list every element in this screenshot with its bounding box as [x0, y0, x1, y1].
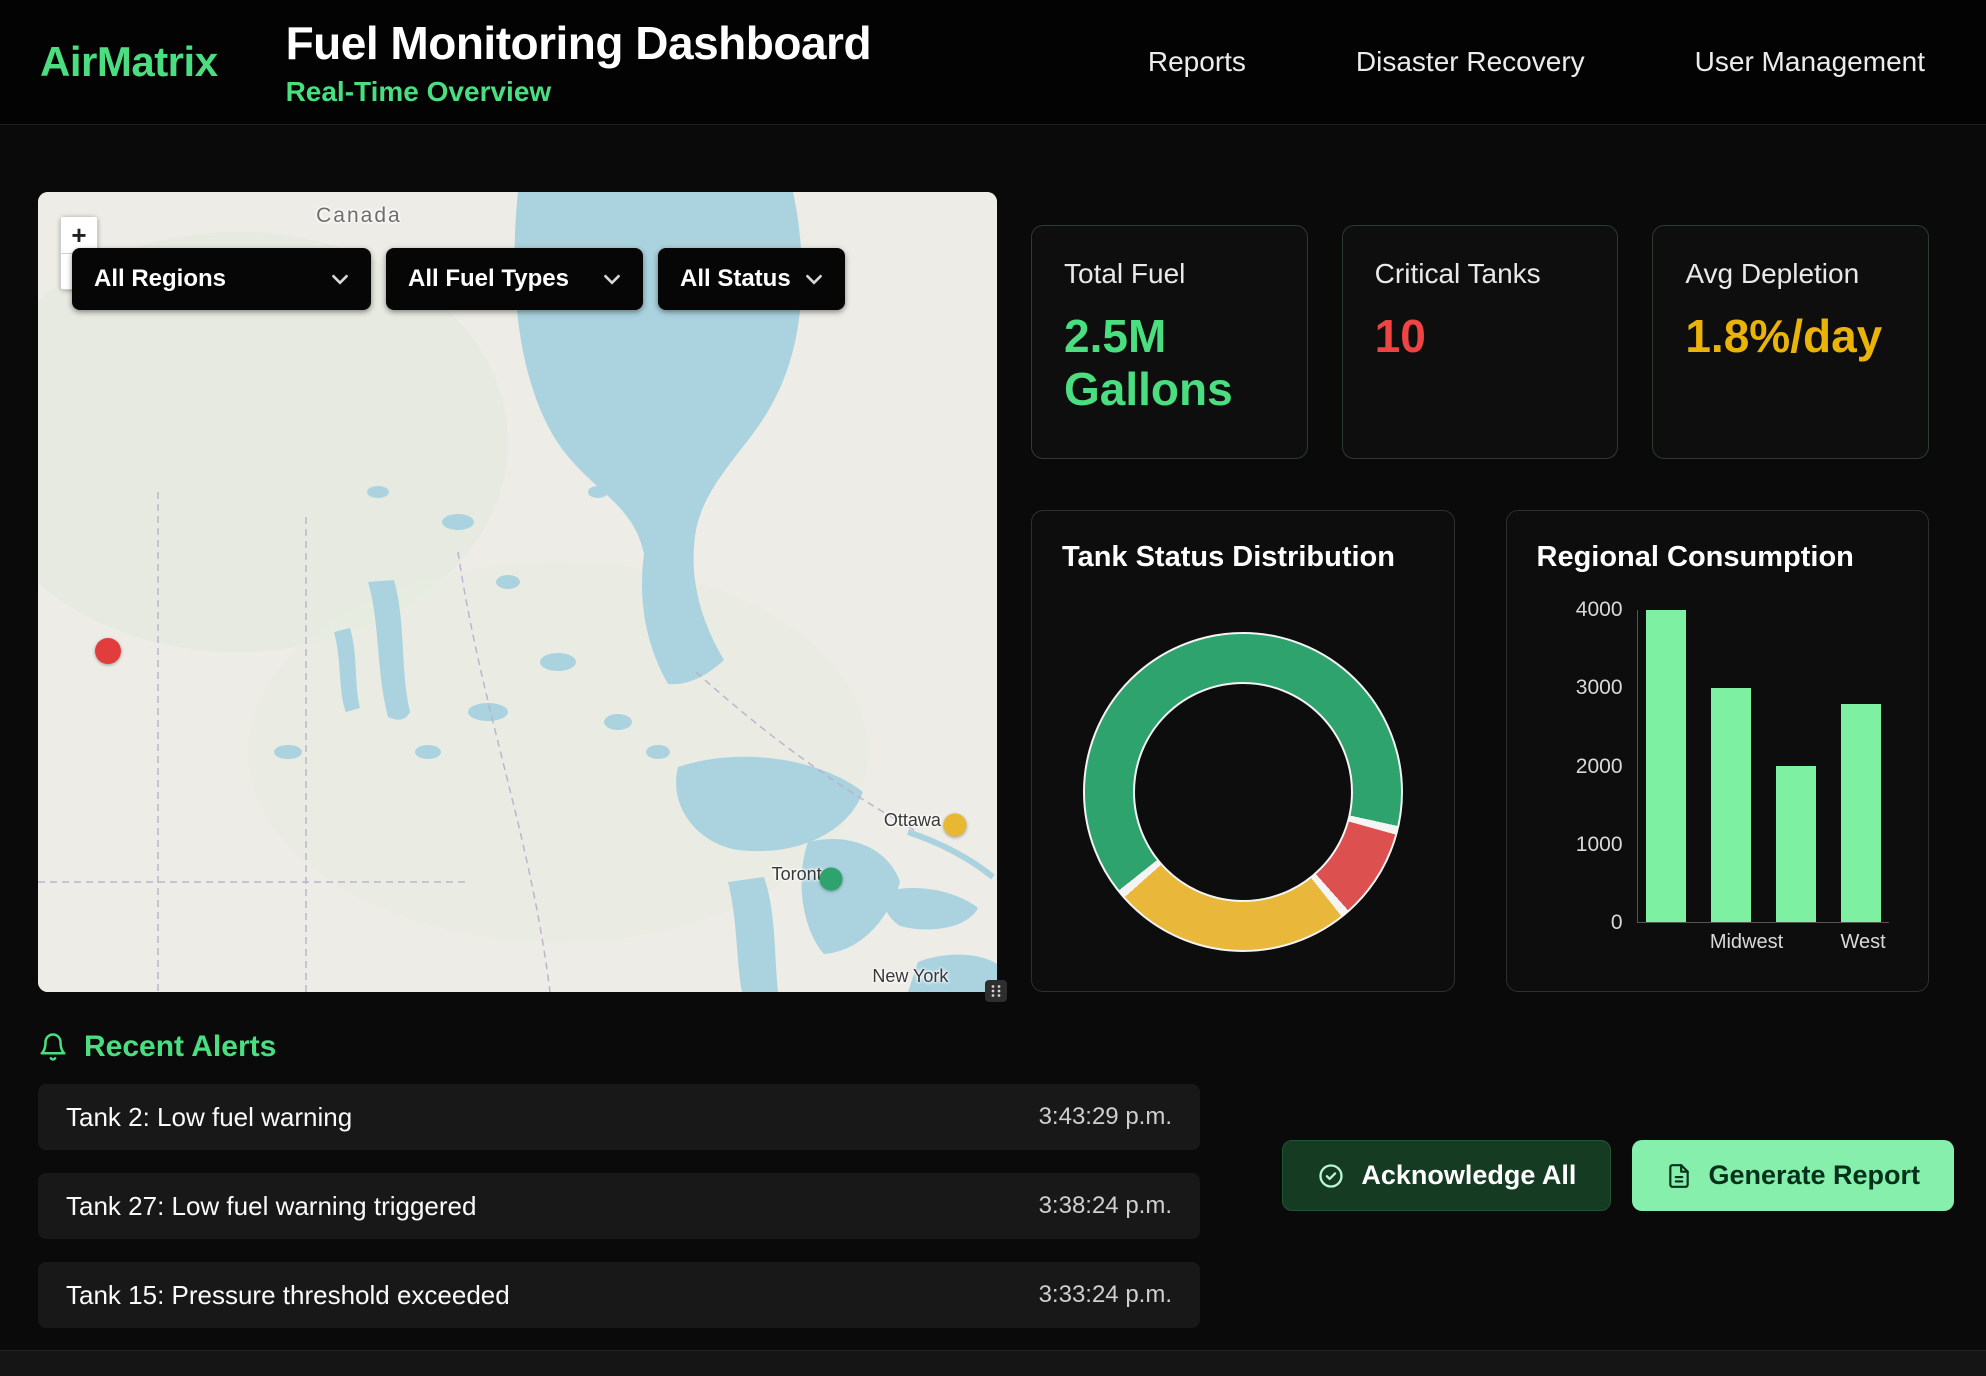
page-subtitle: Real-Time Overview: [286, 76, 871, 108]
alert-row[interactable]: Tank 27: Low fuel warning triggered 3:38…: [38, 1173, 1200, 1239]
bar-x-label: Midwest: [1710, 931, 1750, 954]
region-filter-dropdown[interactable]: All Regions: [72, 248, 371, 310]
map-filters: All Regions All Fuel Types All Status: [72, 248, 845, 310]
bar-y-tick: 4000: [1576, 598, 1623, 622]
region-filter-label: All Regions: [94, 265, 226, 293]
alert-row[interactable]: Tank 15: Pressure threshold exceeded 3:3…: [38, 1262, 1200, 1328]
stat-value: 10: [1375, 310, 1586, 363]
donut-chart-title: Tank Status Distribution: [1062, 541, 1424, 574]
app-logo[interactable]: AirMatrix: [40, 38, 218, 86]
check-circle-icon: [1317, 1162, 1345, 1190]
grip-dots-icon: [990, 984, 1002, 998]
stat-value: 2.5M Gallons: [1064, 310, 1275, 416]
alert-timestamp: 3:38:24 p.m.: [1039, 1192, 1172, 1220]
donut-chart: [1083, 632, 1403, 952]
alert-timestamp: 3:33:24 p.m.: [1039, 1281, 1172, 1309]
map-marker-critical[interactable]: [95, 638, 121, 664]
donut-hole: [1133, 682, 1353, 902]
alert-text: Tank 27: Low fuel warning triggered: [66, 1191, 476, 1222]
map-panel: Canada Ottawa Toronto New York + − All R…: [38, 192, 997, 992]
acknowledge-all-button[interactable]: Acknowledge All: [1282, 1140, 1611, 1211]
map-terrain: [38, 192, 997, 992]
bar-plot-wrap: Midwest West: [1637, 610, 1889, 954]
alert-timestamp: 3:43:29 p.m.: [1039, 1103, 1172, 1131]
bar-xlabels: Midwest West: [1637, 931, 1889, 954]
alert-text: Tank 15: Pressure threshold exceeded: [66, 1280, 510, 1311]
status-filter-label: All Status: [680, 265, 791, 293]
header: AirMatrix Fuel Monitoring Dashboard Real…: [0, 0, 1986, 125]
bottom-strip: [0, 1350, 1986, 1376]
stat-card-avg-depletion: Avg Depletion 1.8%/day: [1652, 225, 1929, 459]
bar-y-tick: 1000: [1576, 833, 1623, 857]
bar: [1711, 610, 1751, 922]
map[interactable]: Canada Ottawa Toronto New York + − All R…: [38, 192, 997, 992]
alert-actions: Acknowledge All Generate Report: [1282, 1140, 1954, 1211]
bell-icon: [38, 1032, 68, 1062]
stat-value: 1.8%/day: [1685, 310, 1896, 363]
nav-disaster-recovery[interactable]: Disaster Recovery: [1356, 46, 1585, 78]
charts-row: Tank Status Distribution Regional Consum…: [1031, 510, 1929, 992]
generate-report-button[interactable]: Generate Report: [1632, 1140, 1954, 1211]
alerts-section: Recent Alerts Tank 2: Low fuel warning 3…: [0, 992, 1986, 1328]
title-block: Fuel Monitoring Dashboard Real-Time Over…: [286, 16, 871, 108]
alerts-header: Recent Alerts: [38, 1030, 1954, 1064]
stat-label: Total Fuel: [1064, 258, 1275, 290]
fuel-type-filter-label: All Fuel Types: [408, 265, 569, 293]
map-drag-handle-icon[interactable]: [985, 980, 1007, 1002]
chevron-down-icon: [603, 274, 621, 285]
stat-label: Critical Tanks: [1375, 258, 1586, 290]
bar-x-label: West: [1840, 931, 1880, 954]
nav-user-management[interactable]: User Management: [1695, 46, 1925, 78]
page-title: Fuel Monitoring Dashboard: [286, 16, 871, 70]
map-marker-warning[interactable]: [943, 813, 966, 836]
chevron-down-icon: [331, 274, 349, 285]
stat-label: Avg Depletion: [1685, 258, 1896, 290]
alert-row[interactable]: Tank 2: Low fuel warning 3:43:29 p.m.: [38, 1084, 1200, 1150]
right-column: Total Fuel 2.5M Gallons Critical Tanks 1…: [1031, 192, 1929, 992]
bar-x-label: [1645, 931, 1685, 954]
bar-chart-title: Regional Consumption: [1537, 541, 1899, 574]
stat-card-critical-tanks: Critical Tanks 10: [1342, 225, 1619, 459]
main-nav: Reports Disaster Recovery User Managemen…: [1148, 46, 1925, 78]
map-marker-normal[interactable]: [820, 868, 843, 891]
status-filter-dropdown[interactable]: All Status: [658, 248, 845, 310]
alerts-title: Recent Alerts: [84, 1030, 276, 1064]
fuel-type-filter-dropdown[interactable]: All Fuel Types: [386, 248, 643, 310]
alert-list: Tank 2: Low fuel warning 3:43:29 p.m. Ta…: [38, 1084, 1200, 1328]
generate-report-label: Generate Report: [1708, 1160, 1920, 1191]
stats-row: Total Fuel 2.5M Gallons Critical Tanks 1…: [1031, 225, 1929, 459]
bar-y-tick: 3000: [1576, 676, 1623, 700]
bar: [1841, 610, 1881, 922]
stat-card-total-fuel: Total Fuel 2.5M Gallons: [1031, 225, 1308, 459]
bar-plot: [1637, 610, 1889, 923]
nav-reports[interactable]: Reports: [1148, 46, 1246, 78]
alert-text: Tank 2: Low fuel warning: [66, 1102, 352, 1133]
main-content: Canada Ottawa Toronto New York + − All R…: [0, 125, 1986, 992]
bar: [1646, 610, 1686, 922]
bar-x-label: [1775, 931, 1815, 954]
tank-status-card: Tank Status Distribution: [1031, 510, 1455, 992]
chevron-down-icon: [805, 274, 823, 285]
bar: [1776, 610, 1816, 922]
bar-y-tick: 0: [1611, 911, 1623, 935]
bar-yaxis: 01000200030004000: [1537, 610, 1637, 923]
bar-y-tick: 2000: [1576, 755, 1623, 779]
acknowledge-all-label: Acknowledge All: [1361, 1160, 1576, 1191]
regional-consumption-card: Regional Consumption 0 1000 2000 3000 4000 M…: [1506, 510, 1930, 992]
bar-chart: 01000200030004000 MidwestWest: [1537, 610, 1899, 954]
document-icon: [1666, 1163, 1692, 1189]
